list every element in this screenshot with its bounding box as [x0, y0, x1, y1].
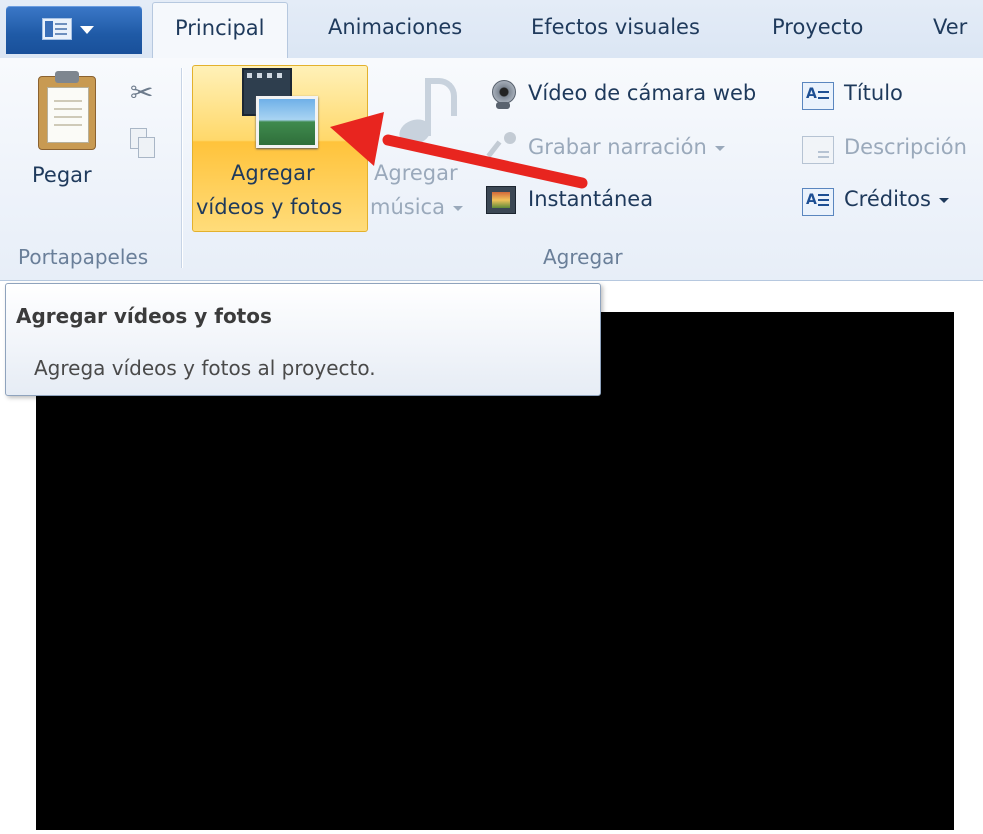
annotation-arrow-icon — [330, 112, 588, 189]
